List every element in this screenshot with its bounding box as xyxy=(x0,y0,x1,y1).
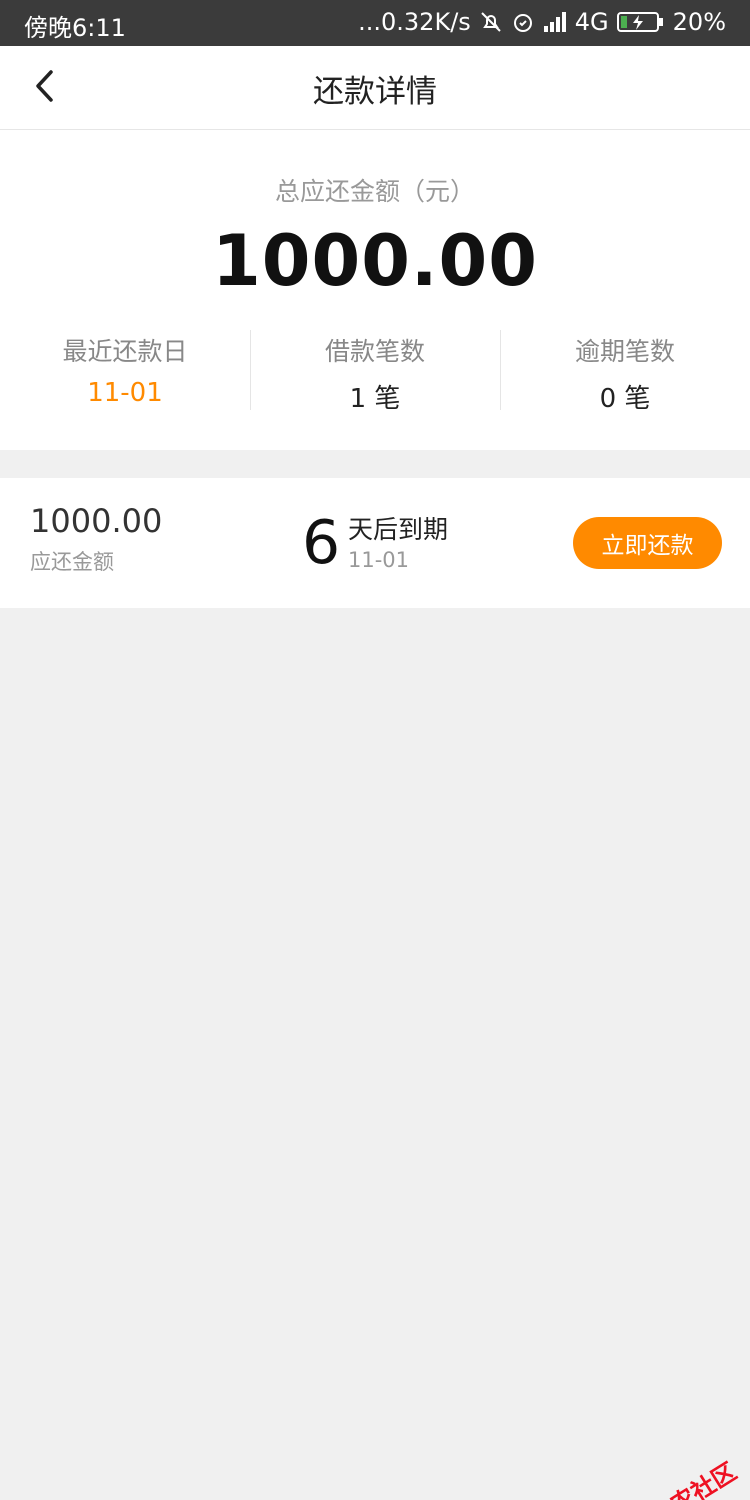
loan-item-card: 1000.00 应还金额 6 天后到期 11-01 立即还款 xyxy=(0,478,750,608)
mute-icon xyxy=(479,10,503,34)
battery-charging-icon xyxy=(616,10,665,34)
stat-label: 逾期笔数 xyxy=(574,337,675,366)
watermark-text: 卡农社区 xyxy=(644,1456,742,1500)
status-bar: 傍晚6:11 ...0.32K/s 4G 20% xyxy=(0,0,750,46)
alarm-icon xyxy=(511,10,535,34)
stat-loan-count: 借款笔数 1 笔 xyxy=(250,330,500,414)
network-type: 4G xyxy=(574,8,609,36)
total-amount-label: 总应还金额（元） xyxy=(274,177,475,206)
stat-value: 0 笔 xyxy=(599,384,651,414)
watermark: 卡农社区 xyxy=(613,1452,742,1500)
page-title: 还款详情 xyxy=(313,74,437,110)
stat-label: 借款笔数 xyxy=(324,337,425,366)
stat-next-repay-date: 最近还款日 11-01 xyxy=(0,330,250,410)
nav-bar: 还款详情 xyxy=(0,46,750,130)
battery-level: 20% xyxy=(672,8,726,36)
stat-overdue-count: 逾期笔数 0 笔 xyxy=(500,330,750,414)
stat-label: 最近还款日 xyxy=(62,337,188,366)
repay-now-button[interactable]: 立即还款 xyxy=(573,517,722,569)
repayment-summary: 总应还金额（元） 1000.00 最近还款日 11-01 借款笔数 1 笔 逾期… xyxy=(0,130,750,450)
stats-row: 最近还款日 11-01 借款笔数 1 笔 逾期笔数 0 笔 xyxy=(0,330,750,414)
days-remaining: 6 xyxy=(302,508,341,578)
due-text: 天后到期 xyxy=(348,515,449,544)
network-speed: ...0.32K/s xyxy=(358,8,471,36)
loan-amount: 1000.00 xyxy=(30,502,163,540)
loan-amount-label: 应还金额 xyxy=(30,550,114,574)
signal-icon xyxy=(543,11,567,33)
stat-value: 11-01 xyxy=(87,378,163,408)
total-amount-value: 1000.00 xyxy=(212,220,538,302)
status-right: ...0.32K/s 4G 20% xyxy=(358,8,726,36)
status-time: 傍晚6:11 xyxy=(24,14,126,42)
due-date: 11-01 xyxy=(348,548,410,572)
stat-value: 1 笔 xyxy=(349,384,401,414)
